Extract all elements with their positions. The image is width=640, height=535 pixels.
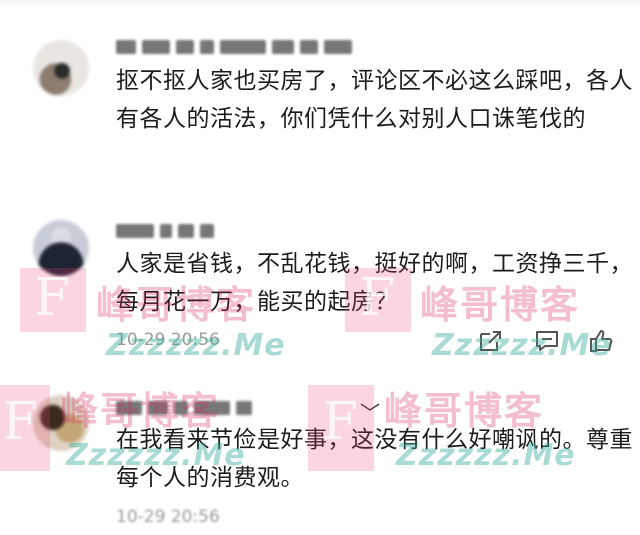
comment-meta: 10-29 20:56 xyxy=(116,328,636,358)
avatar[interactable] xyxy=(33,40,89,96)
comment-meta: 10-29 20:56 xyxy=(116,505,636,535)
username-block xyxy=(300,40,318,54)
username-block xyxy=(194,401,230,415)
watermark-block xyxy=(20,268,86,332)
username-block xyxy=(174,401,188,415)
comment-feed: 抠不抠人家也买房了，评论区不必这么踩吧，各人有各人的活法，你们凭什么对别人口诛笔… xyxy=(0,0,640,527)
username-blurred[interactable] xyxy=(116,397,252,419)
username-block xyxy=(220,40,266,54)
username-block xyxy=(236,401,252,415)
username-block xyxy=(116,401,142,415)
comment-text: 人家是省钱，不乱花钱，挺好的啊，工资挣三千，每月花一万，能买的起房？ xyxy=(116,251,633,315)
username-block xyxy=(116,224,154,238)
timestamp: 10-29 20:56 xyxy=(116,507,220,527)
timestamp: 10-29 20:56 xyxy=(116,330,220,350)
username-block xyxy=(324,40,352,54)
username-block xyxy=(160,224,172,238)
like-icon[interactable] xyxy=(588,328,614,354)
username-block xyxy=(148,401,168,415)
comment-text: 在我看来节俭是好事，这没有什么好嘲讽的。尊重每个人的消费观。 xyxy=(116,427,633,491)
comment-text: 抠不抠人家也买房了，评论区不必这么踩吧，各人有各人的活法，你们凭什么对别人口诛笔… xyxy=(116,68,633,132)
username-blurred[interactable] xyxy=(116,220,214,242)
watermark-letter: F xyxy=(34,268,71,328)
avatar[interactable] xyxy=(33,395,89,451)
username-block xyxy=(178,224,194,238)
top-divider xyxy=(0,0,640,8)
avatar[interactable] xyxy=(33,220,89,276)
share-icon[interactable] xyxy=(478,328,504,354)
username-block xyxy=(116,40,136,54)
username-block xyxy=(176,40,194,54)
username-block xyxy=(200,40,214,54)
username-block xyxy=(200,224,214,238)
username-block xyxy=(272,40,294,54)
comment-icon[interactable] xyxy=(534,328,560,354)
username-block xyxy=(142,40,170,54)
username-blurred[interactable] xyxy=(116,36,352,58)
